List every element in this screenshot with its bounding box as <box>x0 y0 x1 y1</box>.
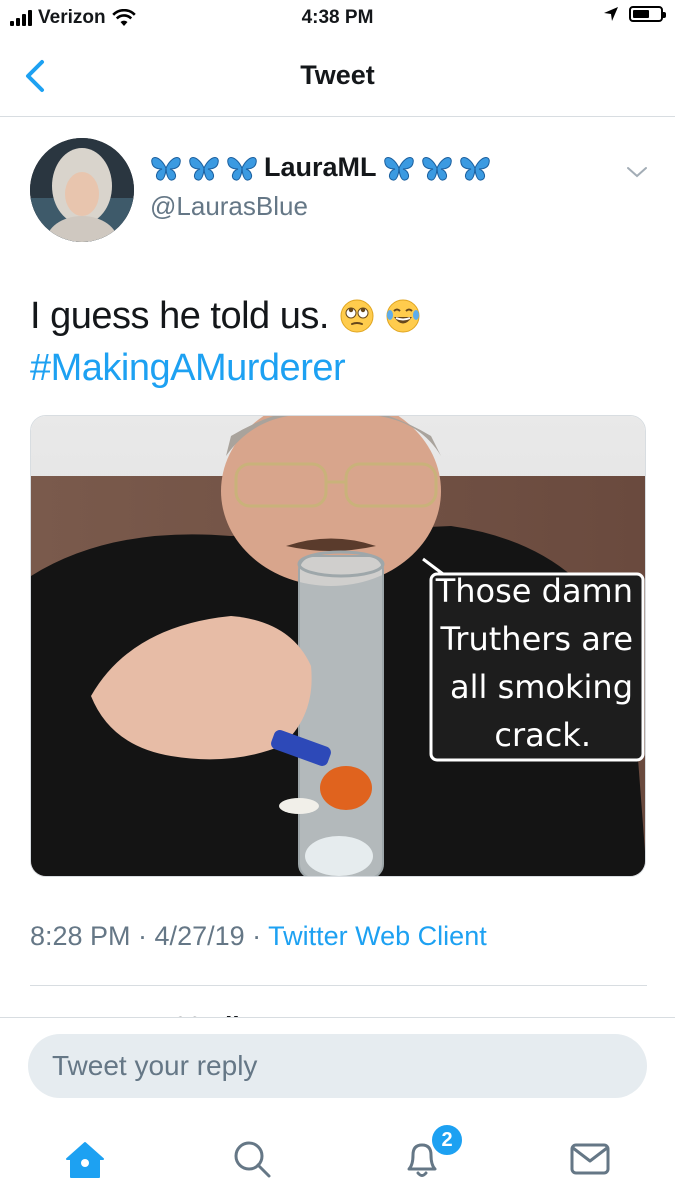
butterfly-icon <box>421 156 452 181</box>
clock: 4:38 PM <box>301 7 374 28</box>
tab-messages[interactable] <box>560 1129 620 1189</box>
butterfly-icon <box>459 156 490 181</box>
caption-line: all smoking <box>450 668 633 706</box>
home-icon <box>66 1142 104 1178</box>
tweet-body: I guess he told us. <box>30 295 329 337</box>
mail-icon <box>570 1143 610 1175</box>
reply-bar <box>0 1017 675 1116</box>
eye-roll-emoji <box>340 299 374 333</box>
butterfly-icon <box>151 156 181 181</box>
battery-icon <box>629 6 666 22</box>
caption-line: Truthers are <box>439 620 633 658</box>
timestamp: 8:28 PM · 4/27/19 · <box>30 921 269 951</box>
tab-bar: 2 <box>0 1115 675 1200</box>
tab-home[interactable] <box>55 1129 115 1189</box>
tweet-text: I guess he told us. #MakingAMurderer <box>30 290 650 394</box>
location-arrow-icon <box>604 7 618 21</box>
client-link[interactable]: Twitter Web Client <box>268 921 487 951</box>
tweet-meta: 8:28 PM · 4/27/19 · Twitter Web Client <box>30 921 487 952</box>
butterfly-icon <box>189 156 219 181</box>
user-handle[interactable]: @LaurasBlue <box>150 191 308 222</box>
tab-search[interactable] <box>222 1129 282 1189</box>
laughing-emoji <box>386 299 420 333</box>
search-icon <box>234 1141 271 1178</box>
display-name-row[interactable]: LauraML <box>150 152 491 183</box>
page-title: Tweet <box>300 60 375 90</box>
display-name: LauraML <box>264 152 377 182</box>
chevron-down-icon[interactable] <box>622 160 652 184</box>
hashtag-link[interactable]: #MakingAMurderer <box>30 347 346 389</box>
caption-line: crack. <box>494 716 591 754</box>
notification-badge: 2 <box>430 1123 464 1157</box>
tweet-image[interactable]: Those damn Truthers are all smoking crac… <box>30 415 646 877</box>
reply-input[interactable] <box>28 1034 647 1098</box>
butterfly-icon <box>383 156 414 181</box>
status-right <box>603 6 666 22</box>
butterfly-icon <box>227 156 257 181</box>
status-bar: Verizon 4:38 PM <box>0 0 675 38</box>
caption-line: Those damn <box>435 572 633 610</box>
divider <box>30 985 647 986</box>
avatar[interactable] <box>30 138 134 242</box>
nav-bar: Tweet <box>0 38 675 117</box>
